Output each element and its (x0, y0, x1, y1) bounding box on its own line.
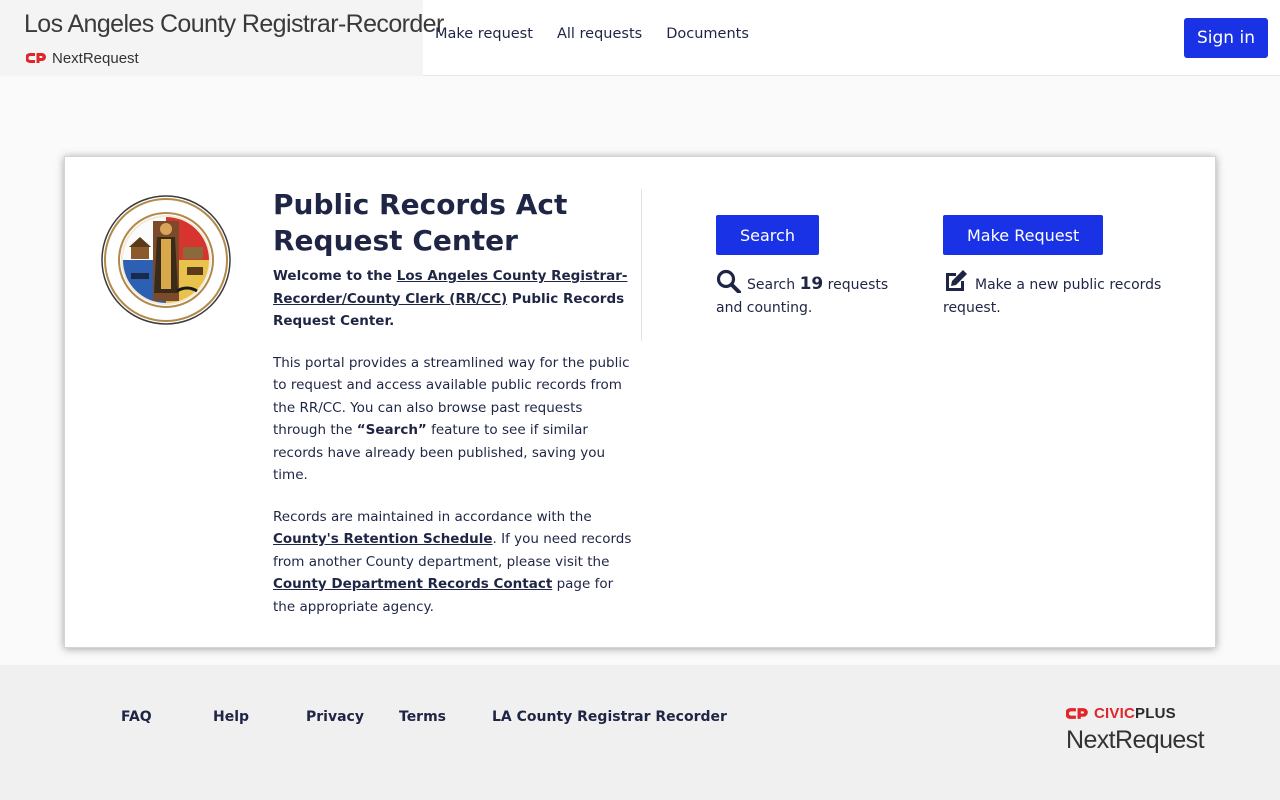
welcome-text: Welcome to the Los Angeles County Regist… (273, 265, 633, 333)
agency-title[interactable]: Los Angeles County Registrar-Recorder (24, 10, 444, 39)
search-action: Search Search 19 requests and counting. (716, 215, 896, 320)
page-title-line1: Public Records Act (273, 188, 568, 221)
footer-links: FAQ Help Privacy Terms LA County Registr… (121, 709, 727, 725)
footer-faq-link[interactable]: FAQ (121, 709, 213, 725)
civicplus-logo-icon (1066, 708, 1088, 719)
footer-terms-link[interactable]: Terms (399, 709, 492, 725)
main-nav: Make request All requests Documents (435, 26, 749, 42)
search-button[interactable]: Search (716, 215, 819, 255)
make-request-button[interactable]: Make Request (943, 215, 1104, 255)
nav-make-request[interactable]: Make request (435, 26, 533, 42)
nextrequest-product-text: NextRequest (1066, 726, 1205, 754)
make-request-action: Make Request Make a new public records r… (943, 215, 1183, 320)
search-desc-prefix: Search (747, 277, 800, 293)
search-feature-label: “Search” (356, 422, 427, 438)
civicplus-nextrequest-logo[interactable]: CIVICPLUS NextRequest (1066, 705, 1206, 761)
nav-documents[interactable]: Documents (666, 26, 749, 42)
welcome-prefix: Welcome to the (273, 268, 397, 284)
nextrequest-logo-icon (26, 53, 46, 63)
edit-icon (946, 270, 967, 291)
nextrequest-label: NextRequest (52, 49, 139, 67)
portal-description: This portal provides a streamlined way f… (273, 352, 633, 487)
make-request-description: Make a new public records request. (943, 269, 1183, 320)
request-count: 19 (799, 274, 824, 294)
footer: FAQ Help Privacy Terms LA County Registr… (0, 665, 1280, 800)
retention-schedule-link[interactable]: County's Retention Schedule (273, 531, 493, 547)
records-contact-link[interactable]: County Department Records Contact (273, 576, 552, 592)
search-icon (716, 269, 741, 293)
page-title-line2: Request Center (273, 224, 518, 257)
top-header: Los Angeles County Registrar-Recorder Ne… (0, 0, 1280, 76)
brand-block[interactable]: Los Angeles County Registrar-Recorder Ne… (0, 0, 444, 76)
plus-text: PLUS (1135, 705, 1176, 722)
page-title: Public Records Act Request Center (273, 187, 633, 259)
intro-section: Public Records Act Request Center Welcom… (273, 187, 633, 618)
footer-la-county-link[interactable]: LA County Registrar Recorder (492, 709, 727, 725)
retention-description: Records are maintained in accordance wit… (273, 506, 633, 619)
para2-a: Records are maintained in accordance wit… (273, 508, 592, 525)
make-request-desc: Make a new public records request. (943, 277, 1162, 316)
footer-privacy-link[interactable]: Privacy (306, 709, 399, 725)
search-description: Search 19 requests and counting. (716, 269, 896, 320)
civic-text: CIVIC (1094, 705, 1136, 722)
nav-all-requests[interactable]: All requests (557, 26, 642, 42)
footer-help-link[interactable]: Help (213, 709, 306, 725)
request-center-card: Public Records Act Request Center Welcom… (64, 156, 1216, 648)
section-divider (641, 189, 642, 341)
county-seal-logo (101, 195, 231, 325)
nextrequest-brand: NextRequest (26, 48, 139, 68)
sign-in-button[interactable]: Sign in (1184, 18, 1268, 58)
civicplus-brand: CIVICPLUS (1066, 705, 1206, 722)
